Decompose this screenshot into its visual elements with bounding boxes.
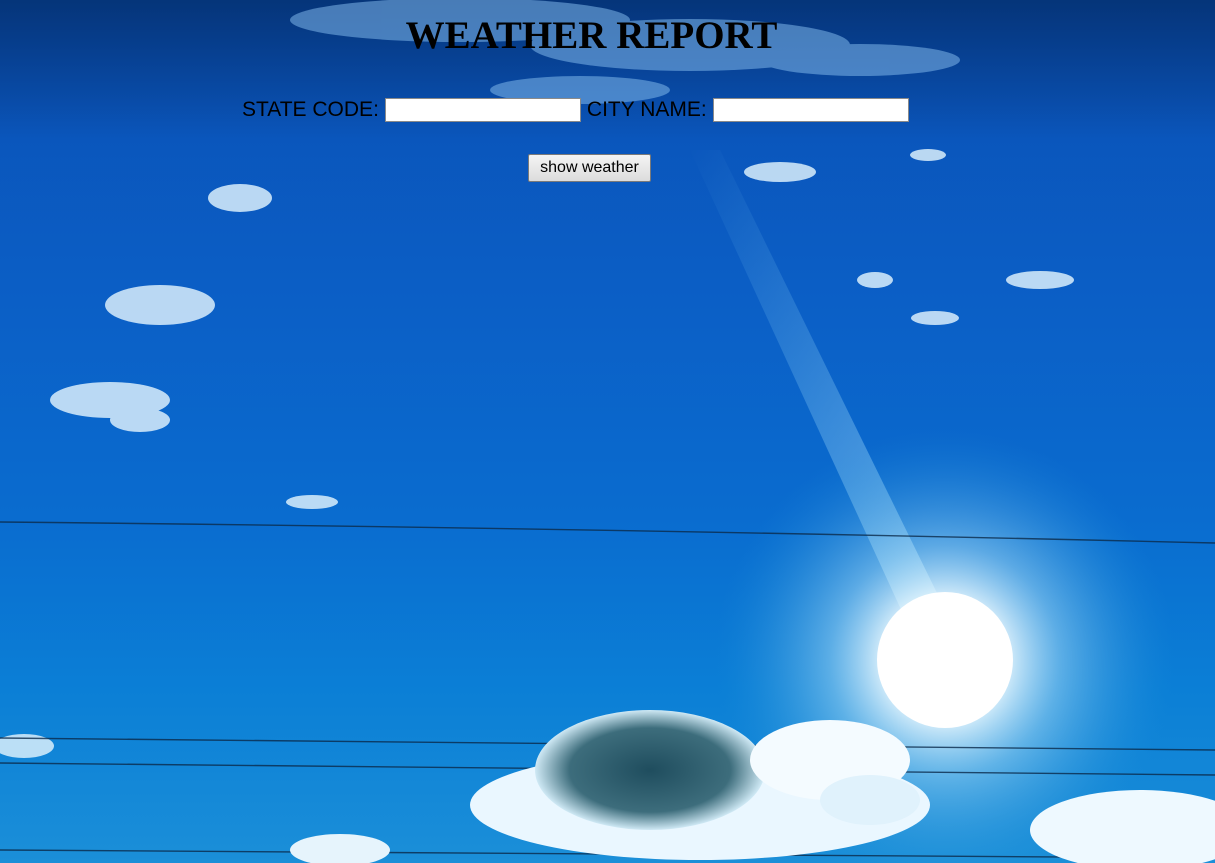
weather-form: STATE CODE: CITY NAME:	[242, 96, 915, 124]
city-name-input[interactable]	[712, 98, 909, 122]
page-title: WEATHER REPORT	[405, 14, 778, 57]
show-weather-button[interactable]: show weather	[528, 154, 651, 182]
state-code-label: STATE CODE:	[242, 98, 379, 121]
state-code-input[interactable]	[384, 98, 581, 122]
city-name-label: CITY NAME:	[586, 98, 707, 121]
sky-background-image	[0, 0, 1215, 863]
sky-scene	[0, 0, 1215, 863]
